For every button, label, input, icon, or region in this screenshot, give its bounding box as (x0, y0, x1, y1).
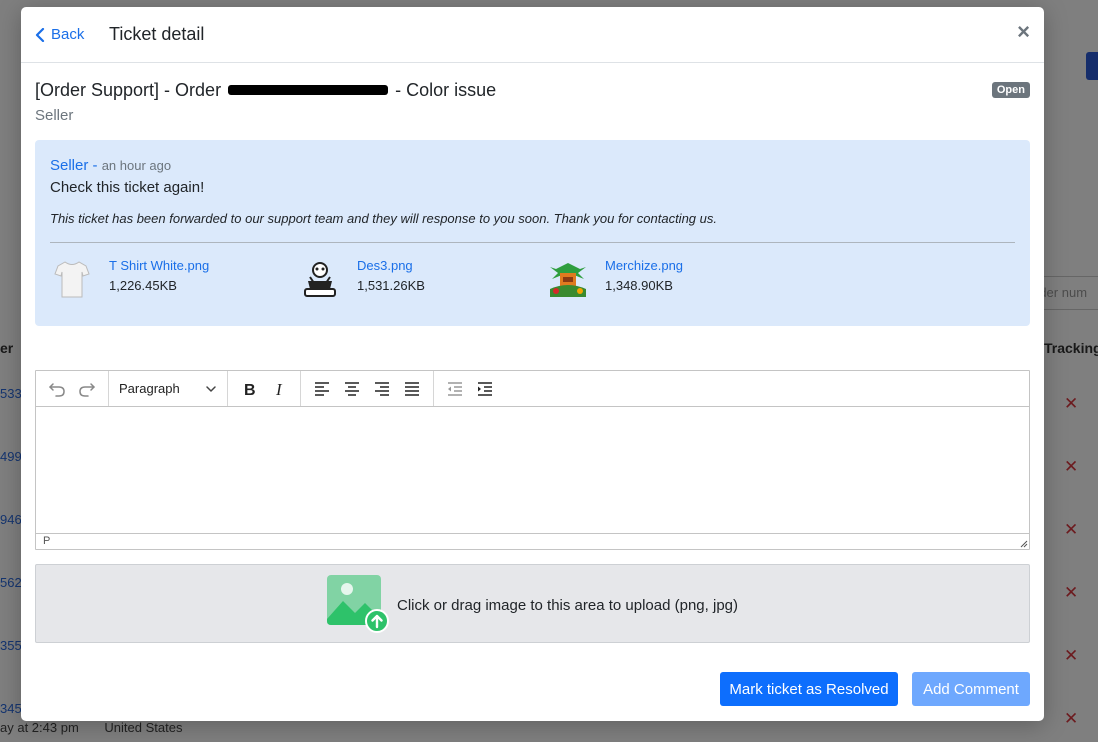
bold-button[interactable]: B (234, 375, 264, 403)
comment-card: Seller - an hour ago Check this ticket a… (35, 140, 1030, 326)
attachment-name[interactable]: Merchize.png (605, 258, 683, 273)
ticket-title-prefix: [Order Support] - Order (35, 80, 222, 100)
attachment-name[interactable]: T Shirt White.png (109, 258, 209, 273)
back-label: Back (51, 26, 85, 43)
align-justify-icon (405, 381, 419, 396)
upload-instructions: Click or drag image to this area to uplo… (396, 597, 738, 614)
format-group: Paragraph (109, 371, 228, 406)
attachment-size: 1,531.26KB (357, 278, 425, 293)
redo-button[interactable] (72, 375, 102, 403)
attachment-name[interactable]: Des3.png (357, 258, 425, 273)
bold-icon: B (244, 382, 256, 398)
comment-header: Seller - an hour ago (50, 157, 1015, 174)
ticket-requester: Seller (35, 107, 74, 124)
redacted-order-number (228, 85, 389, 96)
align-right-button[interactable] (367, 375, 397, 403)
modal-header: Back Ticket detail × (21, 7, 1044, 63)
outdent-icon (448, 381, 462, 396)
ticket-detail-modal: Back Ticket detail × [Order Support] - O… (21, 7, 1044, 721)
add-comment-button[interactable]: Add Comment (912, 672, 1030, 706)
chevron-down-icon (206, 385, 216, 392)
block-format-value: Paragraph (119, 381, 180, 396)
attachment-item[interactable]: T Shirt White.png 1,226.45KB (50, 257, 298, 301)
italic-button[interactable]: I (264, 375, 294, 403)
attachment-size: 1,348.90KB (605, 278, 673, 293)
tshirt-thumbnail[interactable] (50, 257, 94, 301)
align-justify-button[interactable] (397, 375, 427, 403)
text-style-group: B I (228, 371, 301, 406)
align-center-button[interactable] (337, 375, 367, 403)
back-button[interactable]: Back (35, 26, 84, 43)
image-upload-icon (326, 574, 389, 633)
align-center-icon (345, 381, 359, 396)
indent-button[interactable] (470, 375, 500, 403)
merchize-thumbnail[interactable] (546, 257, 590, 301)
undo-icon (49, 382, 65, 397)
comment-text: Check this ticket again! (50, 179, 205, 196)
resize-handle-icon[interactable] (1020, 540, 1028, 548)
alignment-group (301, 371, 434, 406)
design-thumbnail[interactable] (298, 257, 342, 301)
indent-group (434, 371, 506, 406)
block-format-select[interactable]: Paragraph (113, 381, 223, 396)
mark-resolved-button[interactable]: Mark ticket as Resolved (720, 672, 898, 706)
align-right-icon (375, 381, 389, 396)
ticket-title: [Order Support] - Order - Color issue (35, 80, 496, 101)
history-group (36, 371, 109, 406)
comment-author: Seller (50, 157, 89, 174)
editor-toolbar: Paragraph B I (36, 371, 1029, 407)
image-upload-dropzone[interactable]: Click or drag image to this area to uplo… (35, 564, 1030, 643)
editor-status-bar: P (36, 533, 1029, 549)
status-badge: Open (991, 82, 1030, 98)
comment-time: an hour ago (101, 158, 172, 173)
ticket-title-suffix: - Color issue (395, 80, 497, 100)
modal-title: Ticket detail (109, 24, 205, 44)
editor-text-area[interactable] (36, 407, 1029, 533)
indent-icon (478, 381, 492, 396)
comment-editor: Paragraph B I P (35, 370, 1030, 550)
chevron-left-icon (35, 27, 45, 42)
svg-text:B: B (244, 382, 256, 398)
svg-text:I: I (275, 380, 283, 398)
outdent-button[interactable] (440, 375, 470, 403)
redo-icon (79, 382, 95, 397)
element-path[interactable]: P (43, 535, 50, 547)
comment-separator: - (88, 157, 102, 174)
attachment-item[interactable]: Des3.png 1,531.26KB (298, 257, 546, 301)
attachment-list: T Shirt White.png 1,226.45KB Des3.png 1,… (50, 257, 1015, 301)
italic-icon: I (275, 380, 283, 398)
attachment-size: 1,226.45KB (109, 278, 177, 293)
close-icon[interactable]: × (1017, 21, 1030, 43)
attachment-item[interactable]: Merchize.png 1,348.90KB (546, 257, 794, 301)
align-left-icon (315, 381, 329, 396)
align-left-button[interactable] (307, 375, 337, 403)
comment-note: This ticket has been forwarded to our su… (50, 211, 1015, 243)
undo-button[interactable] (42, 375, 72, 403)
